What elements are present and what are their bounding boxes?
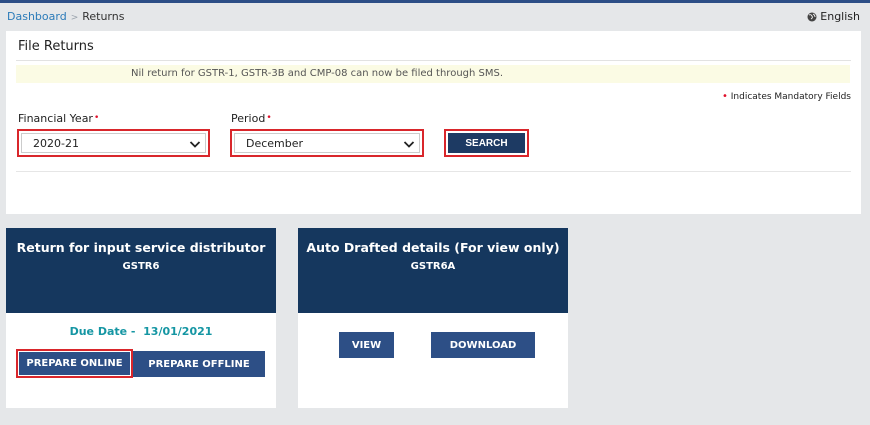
download-button[interactable]: DOWNLOAD	[431, 332, 535, 358]
view-button[interactable]: VIEW	[339, 332, 394, 358]
prepare-offline-button[interactable]: PREPARE OFFLINE	[133, 351, 265, 377]
card-title: Return for input service distributor	[16, 240, 266, 255]
breadcrumb-current: Returns	[82, 10, 125, 23]
search-button[interactable]: SEARCH	[448, 133, 525, 153]
due-date-label: Due Date -	[69, 325, 136, 338]
prepare-online-highlight: PREPARE ONLINE	[16, 349, 133, 378]
period-select[interactable]: December	[234, 133, 420, 153]
mandatory-fields-text: Indicates Mandatory Fields	[730, 92, 851, 102]
period-value: December	[246, 137, 304, 150]
financial-year-value: 2020-21	[33, 137, 79, 150]
card-subtitle: GSTR6	[122, 261, 160, 272]
period-select-highlight: December	[230, 129, 424, 157]
due-date-value: 13/01/2021	[143, 325, 213, 338]
language-selector[interactable]: English	[807, 10, 860, 23]
page-title: File Returns	[18, 39, 94, 54]
financial-year-select-highlight: 2020-21	[17, 129, 210, 157]
gstr6a-card: Auto Drafted details (For view only) GST…	[298, 228, 568, 408]
mandatory-fields-note: • Indicates Mandatory Fields	[722, 91, 851, 102]
required-marker: •	[721, 91, 728, 102]
gstr6a-card-header: Auto Drafted details (For view only) GST…	[298, 228, 568, 313]
gstr6-card: Return for input service distributor GST…	[6, 228, 276, 408]
divider	[16, 60, 851, 61]
search-button-highlight: SEARCH	[444, 129, 529, 157]
required-marker: •	[93, 113, 100, 123]
period-label-text: Period	[231, 112, 266, 125]
file-returns-panel: File Returns Nil return for GSTR-1, GSTR…	[6, 31, 861, 214]
language-label: English	[820, 10, 860, 23]
financial-year-label-text: Financial Year	[18, 112, 93, 125]
gstr6-card-header: Return for input service distributor GST…	[6, 228, 276, 313]
breadcrumb: Dashboard > Returns	[7, 10, 124, 23]
required-marker: •	[266, 113, 272, 123]
top-accent-bar	[0, 0, 870, 3]
period-label: Period•	[231, 112, 272, 125]
financial-year-label: Financial Year•	[18, 112, 99, 125]
breadcrumb-separator: >	[70, 13, 79, 23]
globe-icon	[807, 12, 817, 21]
card-title: Auto Drafted details (For view only)	[306, 240, 560, 255]
prepare-online-button[interactable]: PREPARE ONLINE	[19, 352, 130, 375]
divider	[16, 171, 851, 172]
chevron-down-icon	[403, 141, 415, 148]
financial-year-select[interactable]: 2020-21	[21, 133, 206, 153]
sms-notice-banner: Nil return for GSTR-1, GSTR-3B and CMP-0…	[16, 65, 850, 83]
due-date: Due Date - 13/01/2021	[6, 325, 276, 338]
breadcrumb-dashboard-link[interactable]: Dashboard	[7, 10, 67, 23]
card-subtitle: GSTR6A	[410, 261, 456, 272]
chevron-down-icon	[189, 141, 201, 148]
